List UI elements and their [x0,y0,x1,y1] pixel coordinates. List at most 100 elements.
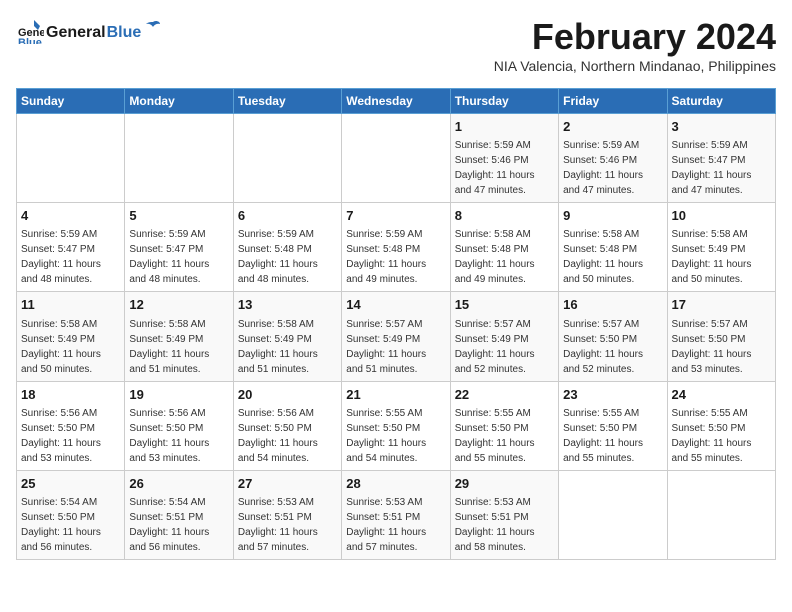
calendar-week-row: 1 Sunrise: 5:59 AM Sunset: 5:46 PM Daylig… [17,114,776,203]
calendar-day-cell: 27 Sunrise: 5:53 AM Sunset: 5:51 PM Dayli… [233,470,341,559]
day-number: 10 [672,207,771,225]
day-number: 17 [672,296,771,314]
calendar-body: 1 Sunrise: 5:59 AM Sunset: 5:46 PM Daylig… [17,114,776,560]
calendar-day-cell: 4 Sunrise: 5:59 AM Sunset: 5:47 PM Daylig… [17,203,125,292]
calendar-day-cell: 24Sunrise: 5:55 AM Sunset: 5:50 PM Dayli… [667,381,775,470]
calendar-table: SundayMondayTuesdayWednesdayThursdayFrid… [16,88,776,560]
day-number: 9 [563,207,662,225]
calendar-day-cell: 19Sunrise: 5:56 AM Sunset: 5:50 PM Dayli… [125,381,233,470]
calendar-day-cell: 6 Sunrise: 5:59 AM Sunset: 5:48 PM Daylig… [233,203,341,292]
calendar-week-row: 18Sunrise: 5:56 AM Sunset: 5:50 PM Dayli… [17,381,776,470]
calendar-day-cell [342,114,450,203]
day-info: Sunrise: 5:59 AM Sunset: 5:48 PM Dayligh… [346,229,426,285]
calendar-header-row: SundayMondayTuesdayWednesdayThursdayFrid… [17,89,776,114]
calendar-day-cell [233,114,341,203]
calendar-day-cell: 18Sunrise: 5:56 AM Sunset: 5:50 PM Dayli… [17,381,125,470]
calendar-day-cell: 3Sunrise: 5:59 AM Sunset: 5:47 PM Daylig… [667,114,775,203]
day-number: 12 [129,296,228,314]
day-info: Sunrise: 5:55 AM Sunset: 5:50 PM Dayligh… [455,408,535,464]
svg-text:Blue: Blue [18,37,42,44]
day-of-week-header: Thursday [450,89,558,114]
day-of-week-header: Tuesday [233,89,341,114]
day-info: Sunrise: 5:59 AM Sunset: 5:46 PM Dayligh… [455,140,535,196]
day-info: Sunrise: 5:55 AM Sunset: 5:50 PM Dayligh… [672,408,752,464]
day-number: 13 [238,296,337,314]
calendar-week-row: 11 Sunrise: 5:58 AM Sunset: 5:49 PM Dayli… [17,292,776,381]
calendar-day-cell: 2 Sunrise: 5:59 AM Sunset: 5:46 PM Daylig… [559,114,667,203]
calendar-day-cell: 26 Sunrise: 5:54 AM Sunset: 5:51 PM Dayli… [125,470,233,559]
calendar-day-cell: 23 Sunrise: 5:55 AM Sunset: 5:50 PM Dayli… [559,381,667,470]
month-title: February 2024 [494,16,776,58]
day-info: Sunrise: 5:58 AM Sunset: 5:48 PM Dayligh… [563,229,643,285]
calendar-day-cell [125,114,233,203]
day-info: Sunrise: 5:59 AM Sunset: 5:46 PM Dayligh… [563,140,643,196]
calendar-day-cell: 12 Sunrise: 5:58 AM Sunset: 5:49 PM Dayli… [125,292,233,381]
day-number: 2 [563,118,662,136]
calendar-day-cell: 8Sunrise: 5:58 AM Sunset: 5:48 PM Daylig… [450,203,558,292]
day-number: 5 [129,207,228,225]
day-info: Sunrise: 5:57 AM Sunset: 5:50 PM Dayligh… [563,319,643,375]
calendar-day-cell: 20Sunrise: 5:56 AM Sunset: 5:50 PM Dayli… [233,381,341,470]
calendar-day-cell [667,470,775,559]
day-info: Sunrise: 5:54 AM Sunset: 5:50 PM Dayligh… [21,497,101,553]
calendar-day-cell: 13 Sunrise: 5:58 AM Sunset: 5:49 PM Dayli… [233,292,341,381]
calendar-day-cell: 17 Sunrise: 5:57 AM Sunset: 5:50 PM Dayli… [667,292,775,381]
calendar-day-cell: 1 Sunrise: 5:59 AM Sunset: 5:46 PM Daylig… [450,114,558,203]
calendar-day-cell: 10 Sunrise: 5:58 AM Sunset: 5:49 PM Dayli… [667,203,775,292]
day-number: 14 [346,296,445,314]
day-info: Sunrise: 5:55 AM Sunset: 5:50 PM Dayligh… [346,408,426,464]
day-number: 23 [563,386,662,404]
day-number: 3 [672,118,771,136]
day-number: 25 [21,475,120,493]
day-info: Sunrise: 5:56 AM Sunset: 5:50 PM Dayligh… [238,408,318,464]
day-info: Sunrise: 5:58 AM Sunset: 5:48 PM Dayligh… [455,229,535,285]
day-info: Sunrise: 5:55 AM Sunset: 5:50 PM Dayligh… [563,408,643,464]
day-number: 27 [238,475,337,493]
day-of-week-header: Sunday [17,89,125,114]
day-info: Sunrise: 5:59 AM Sunset: 5:48 PM Dayligh… [238,229,318,285]
day-info: Sunrise: 5:59 AM Sunset: 5:47 PM Dayligh… [129,229,209,285]
calendar-day-cell: 25 Sunrise: 5:54 AM Sunset: 5:50 PM Dayli… [17,470,125,559]
calendar-day-cell: 28Sunrise: 5:53 AM Sunset: 5:51 PM Dayli… [342,470,450,559]
calendar-day-cell: 21 Sunrise: 5:55 AM Sunset: 5:50 PM Dayli… [342,381,450,470]
day-number: 1 [455,118,554,136]
day-info: Sunrise: 5:53 AM Sunset: 5:51 PM Dayligh… [238,497,318,553]
day-info: Sunrise: 5:53 AM Sunset: 5:51 PM Dayligh… [346,497,426,553]
day-number: 21 [346,386,445,404]
day-info: Sunrise: 5:59 AM Sunset: 5:47 PM Dayligh… [21,229,101,285]
day-info: Sunrise: 5:53 AM Sunset: 5:51 PM Dayligh… [455,497,535,553]
day-number: 7 [346,207,445,225]
day-info: Sunrise: 5:54 AM Sunset: 5:51 PM Dayligh… [129,497,209,553]
calendar-day-cell: 5 Sunrise: 5:59 AM Sunset: 5:47 PM Daylig… [125,203,233,292]
day-info: Sunrise: 5:57 AM Sunset: 5:49 PM Dayligh… [455,319,535,375]
calendar-day-cell: 15 Sunrise: 5:57 AM Sunset: 5:49 PM Dayli… [450,292,558,381]
calendar-day-cell [559,470,667,559]
logo: General Blue General Blue [16,16,161,44]
calendar-day-cell: 16Sunrise: 5:57 AM Sunset: 5:50 PM Dayli… [559,292,667,381]
day-info: Sunrise: 5:57 AM Sunset: 5:50 PM Dayligh… [672,319,752,375]
subtitle: NIA Valencia, Northern Mindanao, Philipp… [494,58,776,74]
day-number: 26 [129,475,228,493]
day-of-week-header: Saturday [667,89,775,114]
day-of-week-header: Friday [559,89,667,114]
logo-text-general: General [46,24,106,42]
day-info: Sunrise: 5:56 AM Sunset: 5:50 PM Dayligh… [129,408,209,464]
day-number: 6 [238,207,337,225]
logo-text-blue: Blue [107,24,142,42]
day-info: Sunrise: 5:58 AM Sunset: 5:49 PM Dayligh… [238,319,318,375]
logo-icon: General Blue [16,16,44,44]
day-number: 15 [455,296,554,314]
calendar-day-cell: 11Sunrise: 5:58 AM Sunset: 5:49 PM Dayli… [17,292,125,381]
header: General Blue General Blue February 2024 … [16,16,776,84]
day-number: 22 [455,386,554,404]
day-of-week-header: Wednesday [342,89,450,114]
day-info: Sunrise: 5:56 AM Sunset: 5:50 PM Dayligh… [21,408,101,464]
day-info: Sunrise: 5:58 AM Sunset: 5:49 PM Dayligh… [129,319,209,375]
day-info: Sunrise: 5:58 AM Sunset: 5:49 PM Dayligh… [672,229,752,285]
calendar-day-cell: 22 Sunrise: 5:55 AM Sunset: 5:50 PM Dayli… [450,381,558,470]
calendar-day-cell: 14Sunrise: 5:57 AM Sunset: 5:49 PM Dayli… [342,292,450,381]
day-number: 4 [21,207,120,225]
calendar-day-cell: 9 Sunrise: 5:58 AM Sunset: 5:48 PM Daylig… [559,203,667,292]
calendar-day-cell [17,114,125,203]
day-number: 11 [21,296,120,314]
